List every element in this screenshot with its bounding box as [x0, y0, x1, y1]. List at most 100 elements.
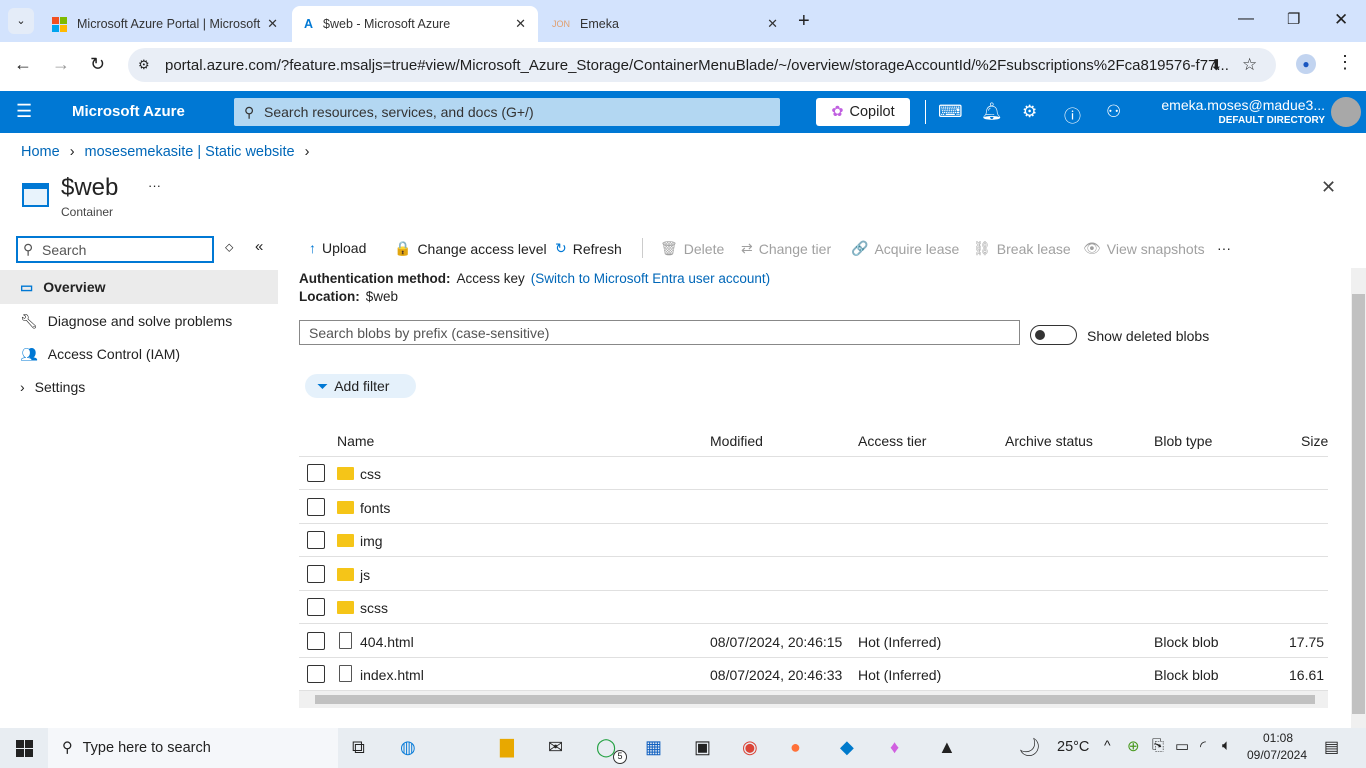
forward-icon[interactable]: →: [52, 54, 70, 75]
sidebar-item-diagnose[interactable]: 🔧︎ Diagnose and solve problems: [0, 304, 278, 338]
column-blob-type[interactable]: Blob type: [1154, 433, 1212, 449]
weather-icon[interactable]: 🌙︎: [1018, 737, 1041, 758]
horizontal-scrollbar[interactable]: [299, 691, 1328, 708]
toolbar-more-button[interactable]: ···: [1217, 240, 1231, 256]
sidebar-item-overview[interactable]: ▭ Overview: [0, 270, 278, 304]
column-size[interactable]: Size: [1301, 433, 1328, 449]
maximize-icon[interactable]: ❐: [1287, 10, 1300, 28]
column-modified[interactable]: Modified: [710, 433, 763, 449]
feedback-icon[interactable]: ⚇: [1106, 102, 1121, 122]
table-row[interactable]: scss: [299, 591, 1328, 624]
table-row[interactable]: 404.html 08/07/2024, 20:46:15 Hot (Infer…: [299, 625, 1328, 658]
help-icon[interactable]: ⓘ: [1064, 102, 1081, 127]
row-checkbox[interactable]: [307, 497, 325, 516]
table-row[interactable]: js: [299, 558, 1328, 591]
file-explorer-icon[interactable]: ▇: [500, 737, 514, 758]
copilot-button[interactable]: ✿ Copilot: [816, 98, 910, 126]
close-tab-icon[interactable]: ✕: [515, 16, 526, 32]
url-input[interactable]: ⚙ portal.azure.com/?feature.msaljs=true#…: [128, 48, 1276, 82]
bookmark-star-icon[interactable]: ☆: [1242, 55, 1257, 75]
sidebar-item-settings[interactable]: › Settings: [0, 370, 278, 404]
reload-icon[interactable]: ↻: [90, 54, 105, 75]
azure-brand[interactable]: Microsoft Azure: [72, 103, 185, 120]
windows-start-icon[interactable]: [16, 740, 33, 757]
acquire-lease-button[interactable]: 🔗 Acquire lease: [851, 240, 959, 257]
close-blade-icon[interactable]: ✕: [1321, 177, 1336, 198]
table-row[interactable]: fonts: [299, 491, 1328, 524]
breadcrumb-home[interactable]: Home: [21, 144, 60, 160]
avatar[interactable]: [1331, 97, 1361, 127]
add-filter-button[interactable]: ⏷ Add filter: [305, 374, 416, 398]
breadcrumb-static-website[interactable]: mosesemekasite | Static website: [85, 144, 295, 160]
browser-tab[interactable]: Microsoft Azure Portal | Microsoft ✕: [40, 6, 290, 42]
row-checkbox[interactable]: [307, 631, 325, 650]
row-checkbox[interactable]: [307, 531, 325, 549]
taskbar-search[interactable]: ⚲ Type here to search: [48, 728, 338, 768]
edge-icon[interactable]: ◍: [400, 737, 416, 758]
site-info-icon[interactable]: ⚙: [138, 57, 150, 73]
photos-icon[interactable]: ▲: [938, 737, 956, 758]
terminal-icon[interactable]: ▣: [694, 737, 711, 758]
scrollbar-thumb[interactable]: [315, 695, 1315, 704]
table-row[interactable]: img: [299, 524, 1328, 557]
tray-app-icon[interactable]: ⊕: [1127, 737, 1140, 755]
row-checkbox[interactable]: [307, 464, 325, 482]
cloud-shell-icon[interactable]: ⌨: [938, 102, 963, 122]
close-window-icon[interactable]: ✕: [1334, 10, 1348, 30]
notification-center-icon[interactable]: ▤: [1324, 737, 1339, 757]
tab-search-button[interactable]: ⌄: [8, 8, 34, 34]
blob-name[interactable]: index.html: [360, 667, 424, 683]
clock-time[interactable]: 01:08: [1248, 731, 1308, 745]
row-checkbox[interactable]: [307, 564, 325, 583]
row-checkbox[interactable]: [307, 665, 325, 683]
volume-icon[interactable]: 🔈︎: [1222, 737, 1231, 754]
column-access-tier[interactable]: Access tier: [858, 433, 926, 449]
show-deleted-toggle[interactable]: [1030, 325, 1077, 345]
row-checkbox[interactable]: [307, 598, 325, 616]
store-icon[interactable]: ▦: [645, 737, 662, 758]
settings-gear-icon[interactable]: ⚙: [1022, 102, 1037, 122]
task-view-icon[interactable]: ⧉: [352, 737, 365, 758]
blob-name[interactable]: 404.html: [360, 634, 414, 650]
blob-search-input[interactable]: Search blobs by prefix (case-sensitive): [299, 320, 1020, 345]
column-name[interactable]: Name: [337, 433, 374, 449]
vertical-scrollbar[interactable]: [1351, 268, 1366, 728]
browser-menu-icon[interactable]: ⋮: [1336, 52, 1354, 73]
delete-button[interactable]: 🗑 Delete: [660, 240, 724, 257]
blob-name[interactable]: css: [360, 466, 381, 482]
browser-tab[interactable]: JON Emeka ✕: [540, 6, 790, 42]
collapse-sidebar-icon[interactable]: «: [255, 238, 263, 255]
table-row[interactable]: css: [299, 457, 1328, 490]
sort-icon[interactable]: ⬦: [225, 240, 233, 255]
user-email[interactable]: emeka.moses@madue3...: [1157, 97, 1325, 113]
switch-auth-link[interactable]: (Switch to Microsoft Entra user account): [531, 271, 770, 286]
break-lease-button[interactable]: ⛓ Break lease: [973, 240, 1071, 257]
battery-icon[interactable]: ▭: [1175, 737, 1189, 755]
notifications-bell-icon[interactable]: 🔔︎: [981, 102, 1003, 122]
mail-icon[interactable]: ✉: [548, 737, 563, 758]
close-tab-icon[interactable]: ✕: [267, 16, 278, 32]
change-access-level-button[interactable]: 🔒 Change access level: [394, 240, 547, 257]
weather-temp[interactable]: 25°C: [1057, 739, 1089, 755]
profile-icon[interactable]: ●: [1296, 54, 1316, 74]
blob-name[interactable]: fonts: [360, 500, 390, 516]
hamburger-menu-icon[interactable]: ☰: [16, 101, 32, 122]
chrome-icon[interactable]: ◉: [742, 737, 758, 758]
back-icon[interactable]: ←: [14, 54, 32, 75]
blob-name[interactable]: js: [360, 567, 370, 583]
browser-tab-active[interactable]: A $web - Microsoft Azure ✕: [292, 6, 538, 42]
blob-name[interactable]: img: [360, 533, 383, 549]
new-tab-icon[interactable]: +: [798, 10, 810, 33]
column-archive-status[interactable]: Archive status: [1005, 433, 1093, 449]
refresh-button[interactable]: ↻ Refresh: [555, 240, 622, 257]
whatsapp-icon[interactable]: ◯: [596, 737, 616, 758]
install-app-icon[interactable]: ⬇: [1210, 56, 1223, 74]
global-search-input[interactable]: ⚲ Search resources, services, and docs (G…: [234, 98, 780, 126]
vscode-icon[interactable]: ◆: [840, 737, 854, 758]
firefox-icon[interactable]: ●: [790, 737, 801, 758]
more-options-button[interactable]: ···: [148, 178, 161, 193]
change-tier-button[interactable]: ⇄ Change tier: [741, 240, 831, 257]
blob-name[interactable]: scss: [360, 600, 388, 616]
minimize-icon[interactable]: —: [1238, 10, 1254, 28]
view-snapshots-button[interactable]: 👁 View snapshots: [1083, 240, 1205, 257]
